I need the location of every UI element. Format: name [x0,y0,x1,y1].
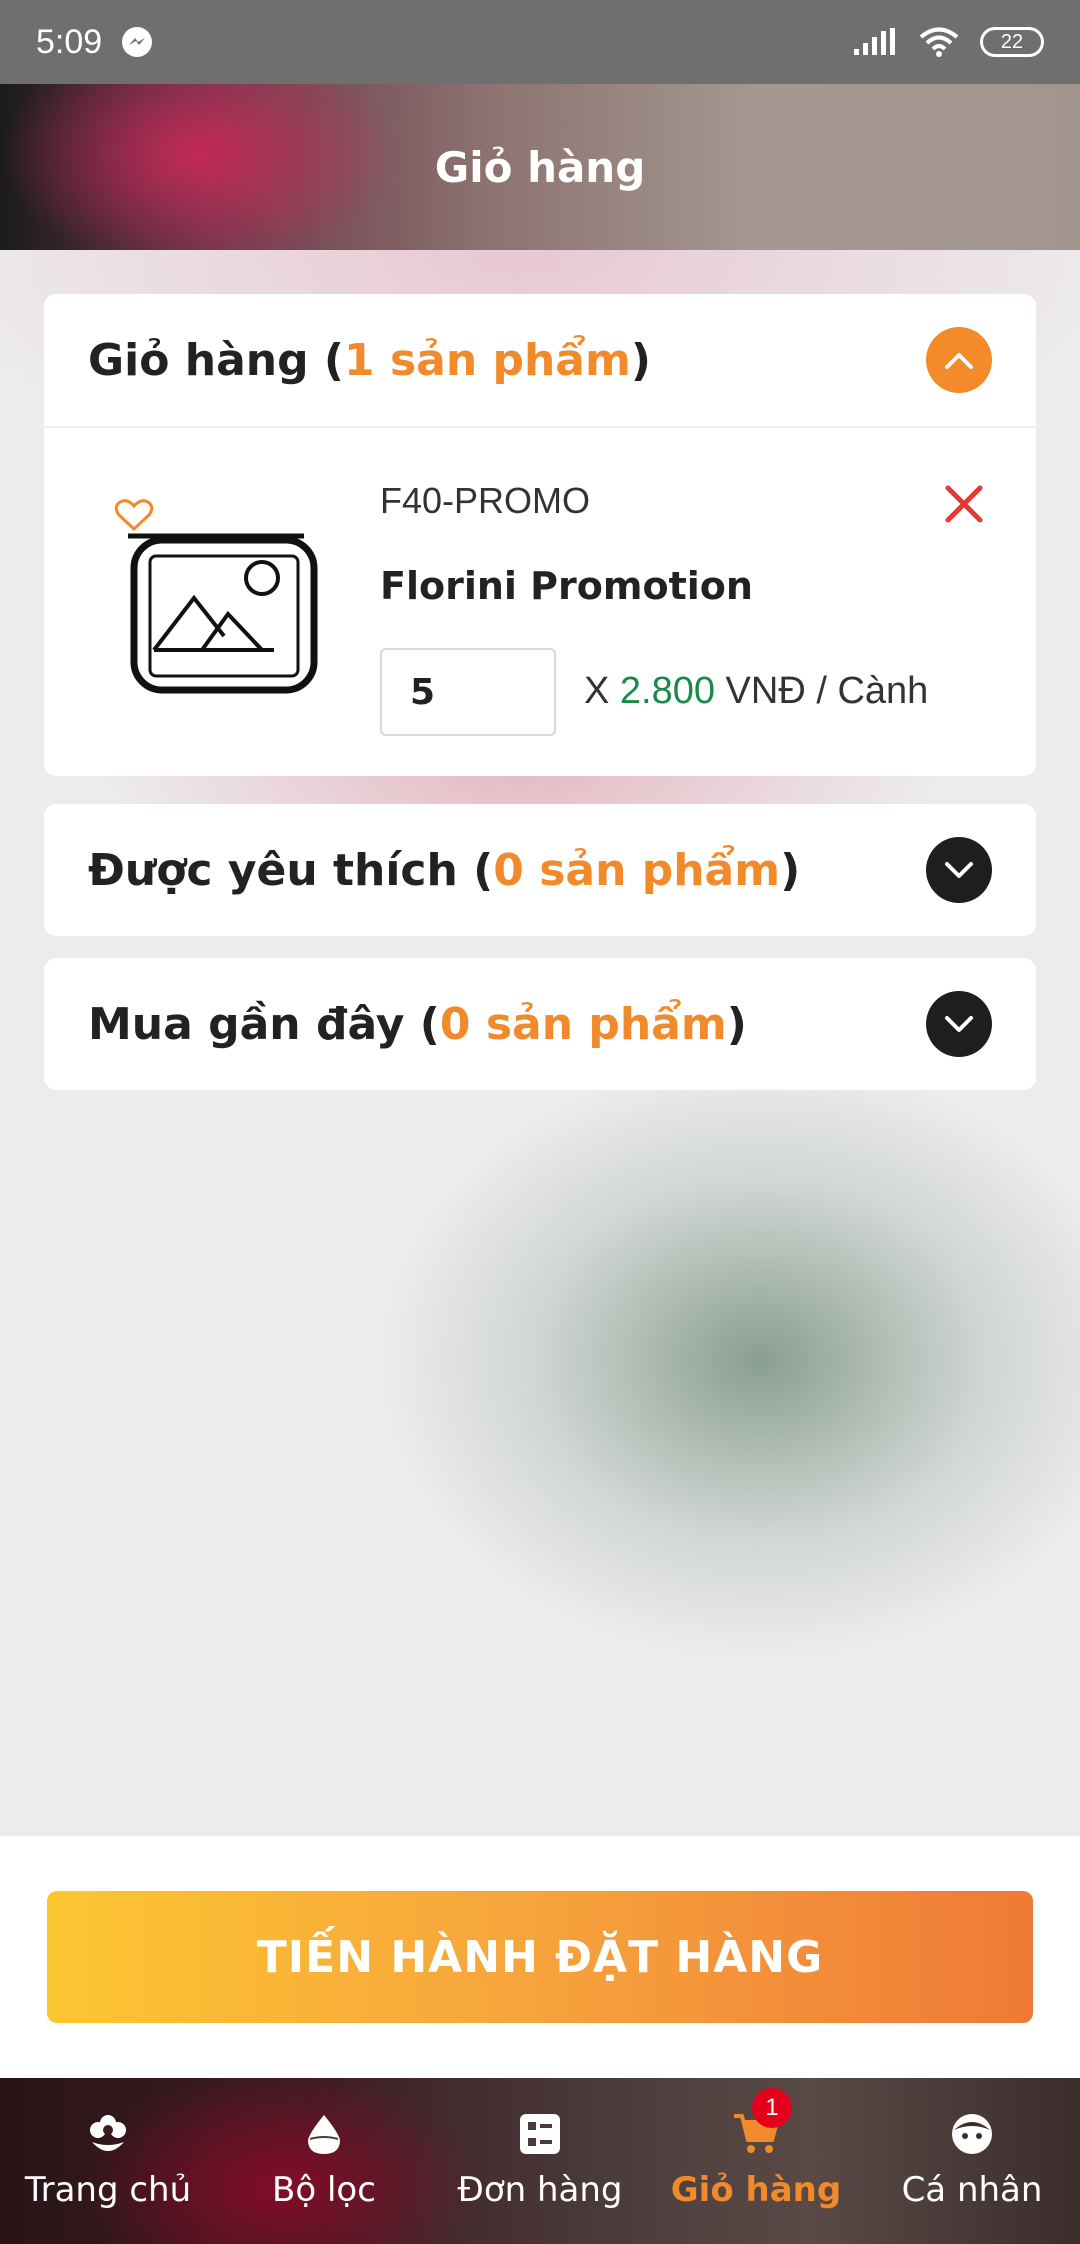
favorites-count: 0 sản phẩm [493,844,781,896]
status-bar: 5:09 22 [0,0,1080,84]
cart-section-header[interactable]: Giỏ hàng (1 sản phẩm) [44,294,1036,426]
nav-label: Cá nhân [901,2170,1043,2210]
cart-badge: 1 [752,2088,792,2128]
favorites-section-header[interactable]: Được yêu thích (0 sản phẩm) [44,804,1036,936]
chevron-up-icon [945,353,973,369]
recent-card: Mua gần đây (0 sản phẩm) [44,958,1036,1090]
recent-section-header[interactable]: Mua gần đây (0 sản phẩm) [44,958,1036,1090]
battery-indicator: 22 [980,27,1044,57]
cart-card: Giỏ hàng (1 sản phẩm) F40-PROMO Florini … [44,294,1036,776]
price-line: X 2.800 VNĐ / Cành [584,670,929,712]
nav-item-profile[interactable]: Cá nhân [864,2078,1080,2244]
bottom-nav: Trang chủ Bộ lọc Đơn hàng 1 Giỏ hàng Cá … [0,2078,1080,2244]
product-price: 2.800 [619,670,715,712]
flower-icon [90,2115,126,2151]
chevron-down-icon [945,862,973,878]
nav-label: Đơn hàng [457,2170,623,2210]
nav-item-orders[interactable]: Đơn hàng [432,2078,648,2244]
messenger-icon [122,27,153,57]
nav-label: Trang chủ [24,2170,192,2210]
nav-label: Bộ lọc [272,2170,376,2210]
product-name: Florini Promotion [380,564,753,608]
nav-label: Giỏ hàng [670,2170,842,2210]
nav-item-filter[interactable]: Bộ lọc [216,2078,432,2244]
cart-section-title: Giỏ hàng (1 sản phẩm) [88,334,651,386]
favorites-card: Được yêu thích (0 sản phẩm) [44,804,1036,936]
cart-item: F40-PROMO Florini Promotion 5 X 2.800 VN… [44,426,1036,776]
face-icon [952,2114,992,2154]
expand-favorites-button[interactable] [926,837,992,903]
quantity-input[interactable]: 5 [380,648,556,736]
status-time: 5:09 [36,22,103,61]
drop-icon [308,2115,340,2154]
signal-icon [854,28,895,55]
product-sku: F40-PROMO [380,480,591,521]
recent-count: 0 sản phẩm [439,998,727,1050]
cart-count: 1 sản phẩm [344,334,631,386]
chevron-down-icon [945,1016,973,1032]
image-placeholder-icon [128,533,318,694]
remove-icon[interactable] [944,484,984,524]
place-order-button[interactable]: TIẾN HÀNH ĐẶT HÀNG [47,1891,1033,2023]
page-title: Giỏ hàng [434,142,646,192]
nav-item-cart[interactable]: 1 Giỏ hàng [648,2078,864,2244]
list-icon [520,2114,560,2154]
nav-item-home[interactable]: Trang chủ [0,2078,216,2244]
expand-recent-button[interactable] [926,991,992,1057]
wifi-icon [919,27,959,57]
page-header: Giỏ hàng [0,84,1080,250]
collapse-cart-button[interactable] [926,327,992,393]
favorites-section-title: Được yêu thích (0 sản phẩm) [88,844,801,896]
recent-section-title: Mua gần đây (0 sản phẩm) [88,998,747,1050]
